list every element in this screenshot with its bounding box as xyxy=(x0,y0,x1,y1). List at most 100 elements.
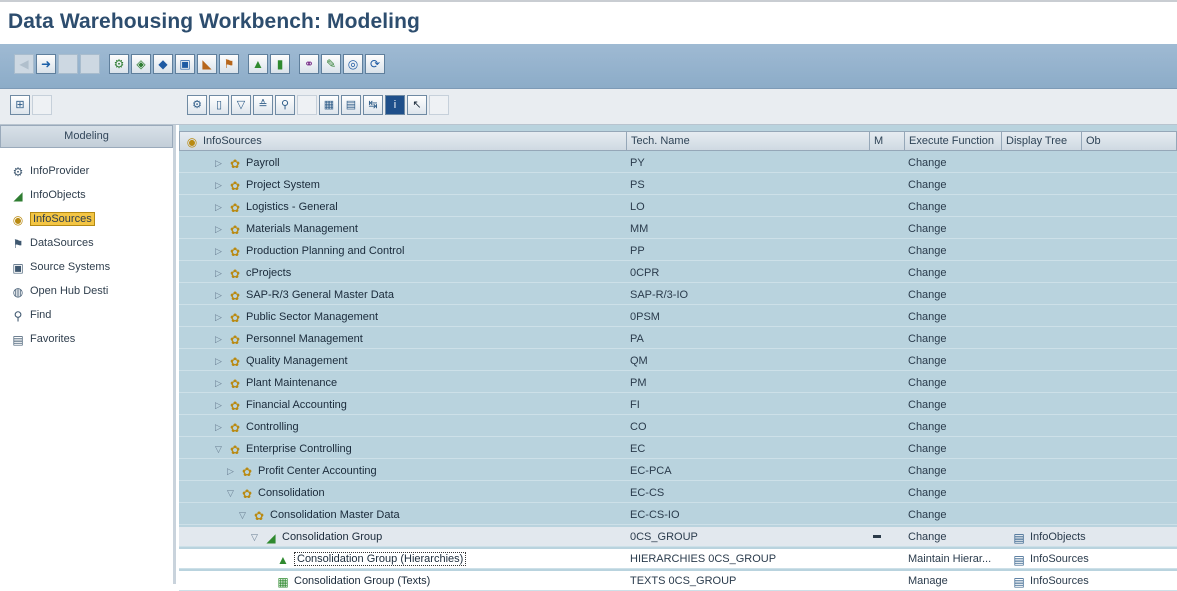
execute-function-cell[interactable]: Change xyxy=(908,153,947,173)
tree-row[interactable]: ▽ ✿ Consolidation Master Data EC-CS-IO Chang… xyxy=(179,505,1177,525)
tree-node[interactable]: ▷ ✿ Financial Accounting xyxy=(215,395,347,415)
collapsed-node-icon[interactable]: ▷ xyxy=(215,241,227,261)
collapsed-node-icon[interactable]: ▷ xyxy=(215,307,227,327)
execute-function-cell[interactable]: Change xyxy=(908,285,947,305)
tree-node[interactable]: ▷ ✿ Project System xyxy=(215,175,320,195)
open-icon[interactable]: ▯ xyxy=(209,95,229,115)
tree-node[interactable]: ▽ ✿ Consolidation Master Data xyxy=(239,505,400,525)
nav-item-source-systems[interactable]: ▣ Source Systems xyxy=(10,257,110,277)
collapsed-node-icon[interactable]: ▷ xyxy=(215,197,227,217)
tree-node[interactable]: ▷ ✿ Payroll xyxy=(215,153,280,173)
tree-node[interactable]: ▽ ✿ Consolidation xyxy=(227,483,325,503)
tree-row[interactable]: ▷ ✿ Production Planning and Control PP Chang… xyxy=(179,241,1177,261)
nav-item-infoobjects[interactable]: ◢ InfoObjects xyxy=(10,185,85,205)
nav-item-infoprovider[interactable]: ⚙ InfoProvider xyxy=(10,161,90,181)
execute-function-cell[interactable]: Change xyxy=(908,439,947,459)
tree-node[interactable]: ▲ Consolidation Group (Hierarchies) xyxy=(263,549,467,569)
hierarchy-toolbar-icon[interactable]: ▲ xyxy=(248,54,268,74)
collapse-icon[interactable] xyxy=(32,95,52,115)
execute-function-cell[interactable]: Change xyxy=(908,461,947,481)
execute-function-cell[interactable]: Change xyxy=(908,241,947,261)
document-toolbar-icon[interactable]: ▮ xyxy=(270,54,290,74)
tree-row[interactable]: ▲ Consolidation Group (Hierarchies) HIERAR… xyxy=(179,549,1177,569)
column-header-tech-name[interactable]: Tech. Name xyxy=(627,132,870,150)
tree-row[interactable]: ▷ ✿ Financial Accounting FI Change xyxy=(179,395,1177,415)
tree-node[interactable]: ▷ ✿ Controlling xyxy=(215,417,299,437)
collapsed-node-icon[interactable]: ▷ xyxy=(215,153,227,173)
expand-icon[interactable]: ⊞ xyxy=(10,95,30,115)
expanded-node-icon[interactable]: ▽ xyxy=(215,439,227,459)
display-tree-cell[interactable]: ▤ InfoSources xyxy=(1011,571,1088,591)
tree-node[interactable]: ▷ ✿ Quality Management xyxy=(215,351,348,371)
tree-row[interactable]: ▷ ✿ Public Sector Management 0PSM Change xyxy=(179,307,1177,327)
tree-row[interactable]: ▽ ✿ Enterprise Controlling EC Change xyxy=(179,439,1177,459)
tree-row[interactable]: ▷ ✿ Plant Maintenance PM Change xyxy=(179,373,1177,393)
help-toolbar-icon[interactable]: ◎ xyxy=(343,54,363,74)
pointer-icon[interactable]: ↖ xyxy=(407,95,427,115)
transport-toolbar-icon[interactable]: ⚑ xyxy=(219,54,239,74)
find-next-icon[interactable] xyxy=(297,95,317,115)
collapsed-node-icon[interactable]: ▷ xyxy=(215,285,227,305)
datasource-toolbar-icon[interactable]: ▣ xyxy=(175,54,195,74)
disabled-button-2[interactable] xyxy=(80,54,100,74)
tree-row[interactable]: ▷ ✿ Materials Management MM Change xyxy=(179,219,1177,239)
disabled-tree-button[interactable] xyxy=(429,95,449,115)
collapsed-node-icon[interactable]: ▷ xyxy=(215,395,227,415)
execute-function-cell[interactable]: Change xyxy=(908,263,947,283)
tree-row[interactable]: ▷ ✿ SAP-R/3 General Master Data SAP-R/3-IO C… xyxy=(179,285,1177,305)
disabled-button-1[interactable] xyxy=(58,54,78,74)
execute-function-cell[interactable]: Change xyxy=(908,483,947,503)
execute-function-cell[interactable]: Change xyxy=(908,417,947,437)
tree-view-icon[interactable]: ⚙ xyxy=(187,95,207,115)
tree-row[interactable]: ▷ ✿ Profit Center Accounting EC-PCA Change xyxy=(179,461,1177,481)
collapsed-node-icon[interactable]: ▷ xyxy=(215,329,227,349)
monitor-toolbar-icon[interactable]: ◣ xyxy=(197,54,217,74)
execute-function-cell[interactable]: Change xyxy=(908,175,947,195)
tree-node[interactable]: ▽ ◢ Consolidation Group xyxy=(251,527,382,547)
collapsed-node-icon[interactable]: ▷ xyxy=(215,351,227,371)
layout-icon[interactable]: ▦ xyxy=(319,95,339,115)
tree-node[interactable]: ▽ ✿ Enterprise Controlling xyxy=(215,439,352,459)
column-header-ob[interactable]: Ob xyxy=(1082,132,1177,150)
tree-node[interactable]: ▷ ✿ Logistics - General xyxy=(215,197,338,217)
tree-node[interactable]: ▷ ✿ Personnel Management xyxy=(215,329,363,349)
refresh-toolbar-icon[interactable]: ⟳ xyxy=(365,54,385,74)
execute-function-cell[interactable]: Change xyxy=(908,395,947,415)
tree-row[interactable]: ▷ ✿ Logistics - General LO Change xyxy=(179,197,1177,217)
search-toolbar-icon[interactable]: ⚭ xyxy=(299,54,319,74)
info-icon[interactable]: i xyxy=(385,95,405,115)
hierarchy-view-icon[interactable]: ↹ xyxy=(363,95,383,115)
execute-function-cell[interactable]: Change xyxy=(908,329,947,349)
tree-row[interactable]: ▷ ✿ Payroll PY Change xyxy=(179,153,1177,173)
execute-function-cell[interactable]: Change xyxy=(908,351,947,371)
expanded-node-icon[interactable]: ▽ xyxy=(239,505,251,525)
settings-toolbar-icon[interactable]: ✎ xyxy=(321,54,341,74)
nav-item-open-hub-desti[interactable]: ◍ Open Hub Desti xyxy=(10,281,109,301)
collapsed-node-icon[interactable]: ▷ xyxy=(227,461,239,481)
sort-icon[interactable]: ≙ xyxy=(253,95,273,115)
find-icon[interactable]: ⚲ xyxy=(275,95,295,115)
tree-node[interactable]: ▷ ✿ cProjects xyxy=(215,263,291,283)
columns-icon[interactable]: ▤ xyxy=(341,95,361,115)
display-tree-cell[interactable]: ▤ InfoObjects xyxy=(1011,527,1085,547)
infoobject-toolbar-icon[interactable]: ◈ xyxy=(131,54,151,74)
tree-row[interactable]: ▷ ✿ Personnel Management PA Change xyxy=(179,329,1177,349)
column-header-m[interactable]: M xyxy=(870,132,905,150)
collapsed-node-icon[interactable]: ▷ xyxy=(215,373,227,393)
column-header-execute-function[interactable]: Execute Function xyxy=(905,132,1002,150)
tree-row[interactable]: ▷ ✿ Quality Management QM Change xyxy=(179,351,1177,371)
execute-function-cell[interactable]: Change xyxy=(908,197,947,217)
tree-row[interactable]: ▷ ✿ Project System PS Change xyxy=(179,175,1177,195)
tree-row[interactable]: ▦ Consolidation Group (Texts) TEXTS 0CS_GR… xyxy=(179,571,1177,591)
column-header-display-tree[interactable]: Display Tree xyxy=(1002,132,1082,150)
display-tree-cell[interactable]: ▤ InfoSources xyxy=(1011,549,1088,569)
collapsed-node-icon[interactable]: ▷ xyxy=(215,417,227,437)
execute-function-cell[interactable]: Change xyxy=(908,219,947,239)
expanded-node-icon[interactable]: ▽ xyxy=(251,527,263,547)
nav-item-infosources[interactable]: ◉ InfoSources xyxy=(10,209,95,229)
execute-function-cell[interactable]: Change xyxy=(908,373,947,393)
nav-item-datasources[interactable]: ⚑ DataSources xyxy=(10,233,94,253)
cube-toolbar-icon[interactable]: ◆ xyxy=(153,54,173,74)
tree-row[interactable]: ▷ ✿ cProjects 0CPR Change xyxy=(179,263,1177,283)
tree-node[interactable]: ▷ ✿ Public Sector Management xyxy=(215,307,378,327)
